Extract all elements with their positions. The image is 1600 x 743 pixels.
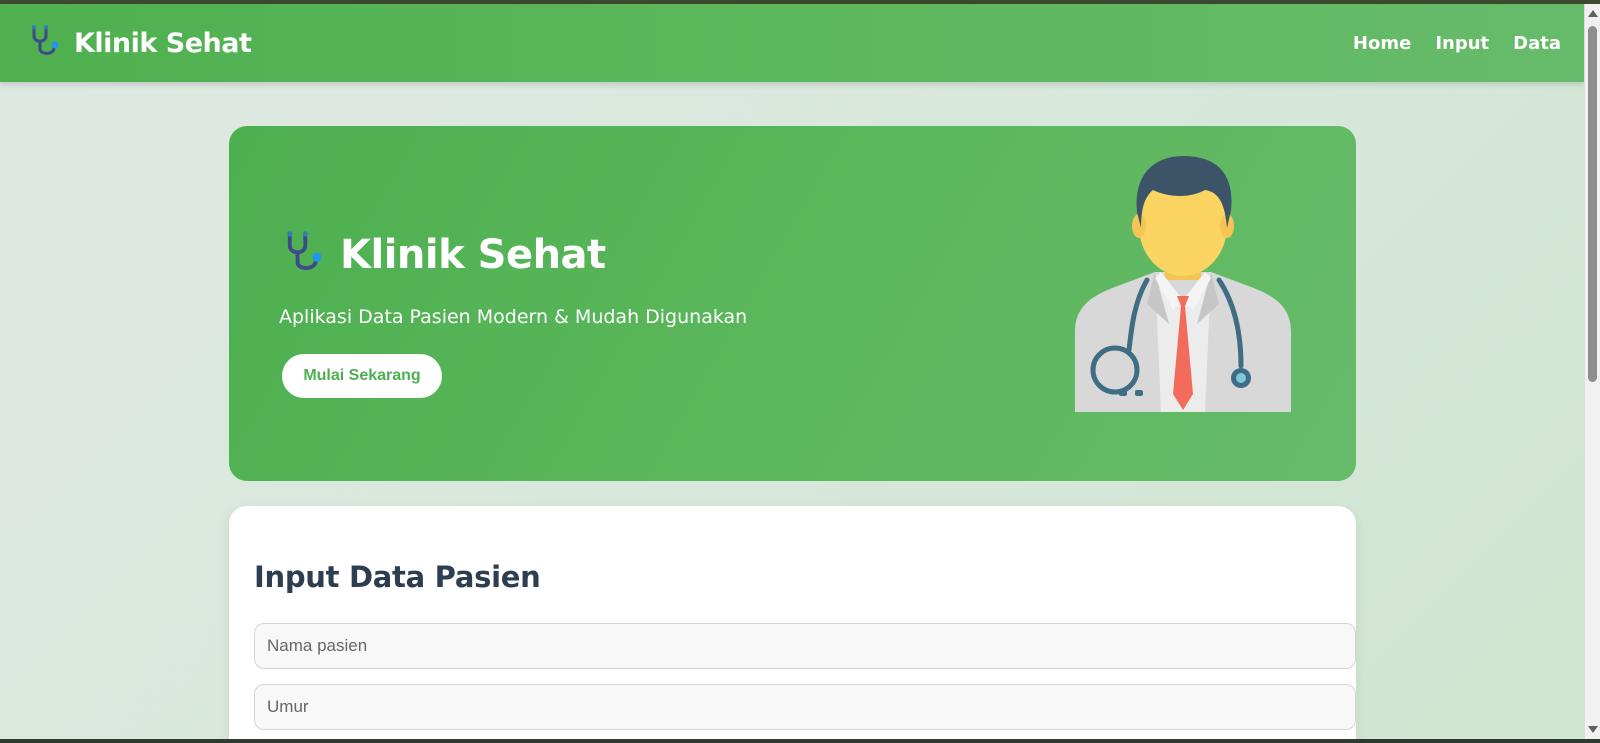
hero-banner: Klinik Sehat Aplikasi Data Pasien Modern…: [229, 126, 1356, 481]
navbar: Klinik Sehat Home Input Data: [0, 4, 1585, 82]
vertical-scrollbar[interactable]: [1584, 4, 1600, 739]
nav-link-input[interactable]: Input: [1435, 33, 1489, 54]
stethoscope-icon: [28, 24, 62, 63]
start-now-button[interactable]: Mulai Sekarang: [282, 354, 442, 398]
doctor-illustration: [1075, 156, 1291, 412]
hero-subtitle: Aplikasi Data Pasien Modern & Mudah Digu…: [279, 306, 748, 328]
scroll-up-arrow-icon[interactable]: [1588, 10, 1598, 17]
brand[interactable]: Klinik Sehat: [28, 24, 252, 63]
patient-name-input[interactable]: [254, 623, 1356, 669]
hero-title-row: Klinik Sehat: [282, 230, 606, 279]
patient-age-input[interactable]: [254, 684, 1356, 730]
hero-title: Klinik Sehat: [340, 231, 606, 278]
nav-link-data[interactable]: Data: [1513, 33, 1561, 54]
nav-links: Home Input Data: [1353, 33, 1561, 54]
stethoscope-icon: [282, 230, 326, 279]
scroll-thumb[interactable]: [1588, 26, 1597, 382]
scroll-down-arrow-icon[interactable]: [1588, 726, 1598, 733]
window-bottom-strip: [0, 739, 1600, 743]
input-form-card: Input Data Pasien: [229, 506, 1356, 743]
form-title: Input Data Pasien: [254, 560, 541, 594]
brand-title: Klinik Sehat: [74, 27, 252, 59]
nav-link-home[interactable]: Home: [1353, 33, 1411, 54]
